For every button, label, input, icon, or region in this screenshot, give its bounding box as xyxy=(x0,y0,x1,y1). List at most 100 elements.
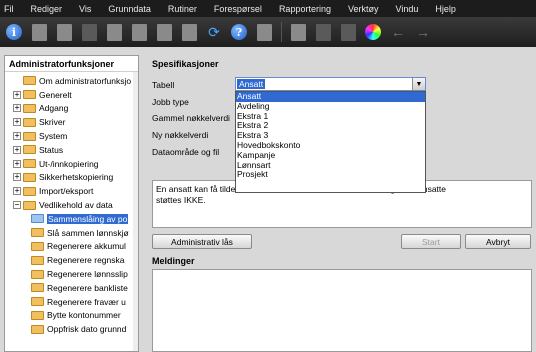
tree-item-label: Sikkerhetskopiering xyxy=(39,172,114,183)
expand-icon[interactable]: + xyxy=(13,145,21,154)
menu-item[interactable]: Verktøy xyxy=(348,4,379,14)
folder-icon xyxy=(23,159,36,169)
menu-item[interactable]: Grunndata xyxy=(108,4,151,14)
folder-icon xyxy=(31,324,44,334)
tree-item-label: Slå sammen lønnskjø xyxy=(47,227,129,238)
dropdown-option[interactable]: Prosjekt xyxy=(236,170,425,180)
label-jobb-type: Jobb type xyxy=(152,97,189,107)
open-icon[interactable] xyxy=(53,21,75,43)
tree-item-label: Status xyxy=(39,144,64,155)
folder-icon xyxy=(23,172,36,182)
tabell-select[interactable]: Ansatt ▼ xyxy=(235,77,426,91)
folder-icon xyxy=(31,269,44,279)
expand-icon[interactable]: + xyxy=(13,118,21,127)
tree-item[interactable]: − Vedlikehold av data xyxy=(5,198,135,212)
list-icon[interactable] xyxy=(128,21,150,43)
find-icon[interactable] xyxy=(253,21,275,43)
start-button[interactable]: Start xyxy=(401,234,461,249)
tree-item-label: System xyxy=(39,131,68,142)
forward-arrow-icon[interactable]: → xyxy=(412,21,434,43)
expand-icon[interactable]: + xyxy=(13,90,21,99)
delete-icon[interactable] xyxy=(78,21,100,43)
tree-item[interactable]: + Generelt xyxy=(5,88,135,102)
tree-item[interactable]: Bytte kontonummer xyxy=(5,309,135,323)
new-document-icon[interactable] xyxy=(28,21,50,43)
tree-item[interactable]: + Sikkerhetskopiering xyxy=(5,171,135,185)
folder-icon xyxy=(31,283,44,293)
menu-item[interactable]: Forespørsel xyxy=(214,4,262,14)
cancel-button[interactable]: Avbryt xyxy=(465,234,531,249)
tree-scrollbar[interactable] xyxy=(133,72,138,351)
label-ny-nokkelverdi: Ny nøkkelverdi xyxy=(152,130,209,140)
tree-item[interactable]: Slå sammen lønnskjø xyxy=(5,226,135,240)
label-dataomrade: Dataområde og fil xyxy=(152,147,220,157)
expand-icon[interactable]: + xyxy=(13,173,21,182)
tree-item[interactable]: Oppfrisk dato grunnd xyxy=(5,322,135,336)
tree-item[interactable]: Regenerere akkumul xyxy=(5,240,135,254)
tree-item[interactable]: Regenerere bankliste xyxy=(5,281,135,295)
expand-icon[interactable]: + xyxy=(13,187,21,196)
description-text-line2: støttes IKKE. xyxy=(156,195,206,205)
label-tabell: Tabell xyxy=(152,80,175,90)
tree-item-label: Om administratorfunksjo xyxy=(39,75,132,86)
expand-icon[interactable]: + xyxy=(13,104,21,113)
label-gammel-nokkelverdi: Gammel nøkkelverdi xyxy=(152,113,230,123)
admin-lock-button[interactable]: Administrativ lås xyxy=(152,234,252,249)
color-wheel-icon[interactable] xyxy=(362,21,384,43)
menu-item[interactable]: Rapportering xyxy=(279,4,331,14)
folder-icon xyxy=(23,103,36,113)
back-arrow-icon[interactable]: ← xyxy=(387,21,409,43)
expand-icon[interactable]: + xyxy=(13,132,21,141)
tree-item[interactable]: Om administratorfunksjo xyxy=(5,74,135,88)
folder-icon xyxy=(23,76,36,86)
menu-item[interactable]: Rutiner xyxy=(168,4,197,14)
menu-item[interactable]: Rediger xyxy=(31,4,63,14)
tree-item[interactable]: + Adgang xyxy=(5,102,135,116)
folder-icon xyxy=(31,228,44,238)
refresh-icon[interactable]: ⟳ xyxy=(203,21,225,43)
folder-icon xyxy=(23,145,36,155)
tree-item[interactable]: Regenerere fravær u xyxy=(5,295,135,309)
tree-item-label: Regenerere fravær u xyxy=(47,296,126,307)
collapse-icon[interactable]: − xyxy=(13,201,21,210)
chevron-down-icon[interactable]: ▼ xyxy=(412,78,425,90)
chart-icon[interactable] xyxy=(287,21,309,43)
tree-item-label: Bytte kontonummer xyxy=(47,310,121,321)
menu-item[interactable]: Hjelp xyxy=(435,4,456,14)
copy-icon[interactable] xyxy=(103,21,125,43)
tabell-selected-value: Ansatt xyxy=(237,79,266,89)
folder-icon xyxy=(31,214,44,224)
spesifikasjoner-title: Spesifikasjoner xyxy=(152,59,219,69)
tree-item-label: Regenerere bankliste xyxy=(47,282,128,293)
menu-bar: Fil Rediger Vis Grunndata Rutiner Forespørsel… xyxy=(0,0,536,17)
tree-item[interactable]: + Skriver xyxy=(5,115,135,129)
panel-title: Administratorfunksjoner xyxy=(5,56,138,72)
toolbar-separator xyxy=(278,21,284,43)
tree-item-label: Regenerere regnska xyxy=(47,255,125,266)
disabled-icon[interactable] xyxy=(337,21,359,43)
print-icon[interactable] xyxy=(178,21,200,43)
tree-item-label: Regenerere akkumul xyxy=(47,241,126,252)
tree-item-label: Sammenslåing av po xyxy=(47,213,129,224)
tree-item[interactable]: + System xyxy=(5,129,135,143)
tree-item[interactable]: + Import/eksport xyxy=(5,184,135,198)
tree-item-label: Vedlikehold av data xyxy=(39,200,113,211)
tree-item[interactable]: Sammenslåing av po xyxy=(5,212,135,226)
folder-icon xyxy=(31,297,44,307)
paste-icon[interactable] xyxy=(153,21,175,43)
expand-icon[interactable]: + xyxy=(13,159,21,168)
menu-item[interactable]: Vis xyxy=(79,4,91,14)
tree-item[interactable]: Regenerere lønnsslip xyxy=(5,267,135,281)
help-icon[interactable]: ? xyxy=(228,21,250,43)
folder-icon xyxy=(23,90,36,100)
settings-icon[interactable] xyxy=(312,21,334,43)
tree-item[interactable]: + Status xyxy=(5,143,135,157)
messages-box xyxy=(152,269,532,352)
info-icon[interactable]: i xyxy=(3,21,25,43)
specification-panel: Spesifikasjoner Tabell Jobb type Gammel … xyxy=(147,55,536,352)
menu-item[interactable]: Fil xyxy=(4,4,14,14)
tree-item[interactable]: + Ut-/innkopiering xyxy=(5,157,135,171)
tree-item[interactable]: Regenerere regnska xyxy=(5,253,135,267)
menu-item[interactable]: Vindu xyxy=(395,4,418,14)
tree-item-label: Skriver xyxy=(39,117,66,128)
